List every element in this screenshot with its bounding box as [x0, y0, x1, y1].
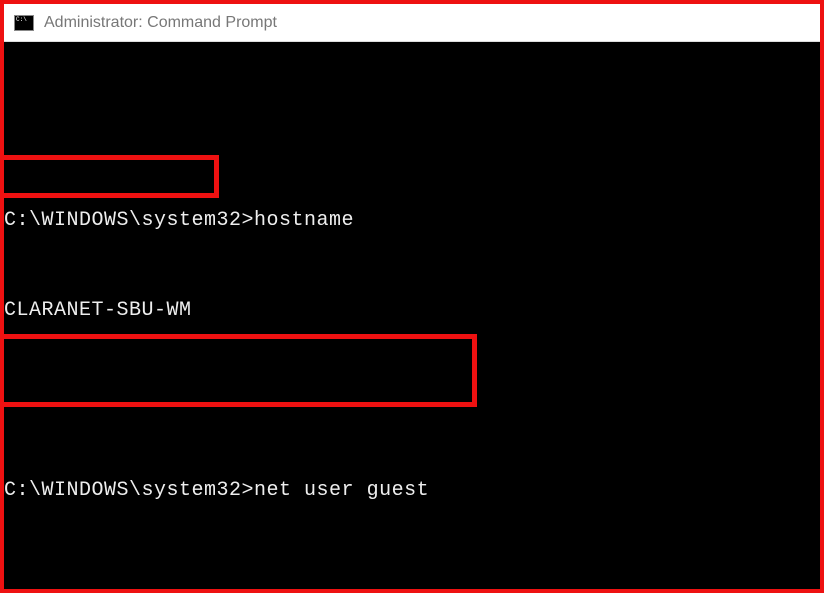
prompt: C:\WINDOWS\system32> — [4, 209, 254, 232]
terminal-output[interactable]: C:\WINDOWS\system32>hostname CLARANET-SB… — [4, 42, 820, 589]
annotation-frame: Administrator: Command Prompt C:\WINDOWS… — [0, 0, 824, 593]
cmd-netuser: net user guest — [254, 479, 429, 502]
window-title: Administrator: Command Prompt — [44, 14, 277, 32]
cmd-hostname: hostname — [254, 209, 354, 232]
titlebar[interactable]: Administrator: Command Prompt — [4, 4, 820, 42]
prompt: C:\WINDOWS\system32> — [4, 479, 254, 502]
annotation-highlight-hostname — [4, 155, 219, 198]
hostname-output: CLARANET-SBU-WM — [4, 299, 192, 322]
cmd-icon — [14, 15, 34, 31]
